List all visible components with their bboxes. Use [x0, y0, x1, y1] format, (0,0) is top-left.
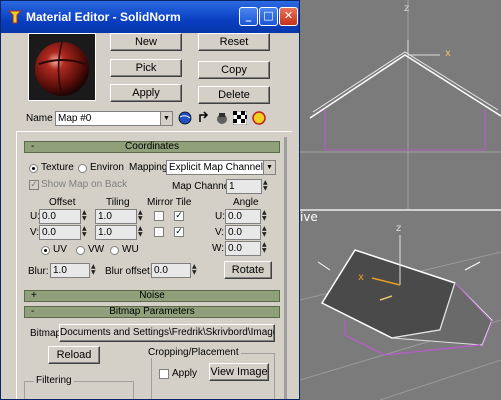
apply-button[interactable]: Apply [110, 84, 182, 102]
angle-v-label: V: [215, 227, 225, 238]
map-channel-label: Map Channel: [172, 181, 235, 192]
editor-client-area: New Reset Pick Copy Apply Delete Name Ma… [4, 33, 296, 399]
angle-u-label: U: [215, 211, 225, 222]
angle-u-field[interactable]: 0.0 [225, 209, 261, 224]
mapping-value: Explicit Map Channel [169, 162, 263, 173]
blur-field[interactable]: 1.0 [50, 263, 90, 278]
globe-icon[interactable] [178, 111, 192, 125]
vw-label: VW [88, 244, 105, 255]
map-channel-spinner[interactable]: ▲ ▼ [263, 180, 270, 193]
bitmap-parameters-rollout-header[interactable]: - Bitmap Parameters [24, 306, 280, 318]
blur-offset-label: Blur offset: [105, 266, 153, 277]
material-sphere-icon [35, 41, 89, 97]
blur-offset-spinner[interactable]: ▲ ▼ [192, 264, 199, 277]
angle-w-spinner[interactable]: ▲ ▼ [262, 242, 269, 255]
minimize-button[interactable]: _ [239, 7, 258, 26]
axis-z-label-lower: z [396, 223, 402, 234]
offset-v-spinner[interactable]: ▲ ▼ [82, 226, 89, 239]
wu-label: WU [122, 244, 139, 255]
uv-radio[interactable] [41, 246, 50, 255]
view-image-button[interactable]: View Image [209, 363, 269, 381]
mirror-u-checkbox[interactable] [154, 211, 164, 221]
chevron-down-icon: ▼ [263, 161, 275, 174]
tiling-u-spinner[interactable]: ▲ ▼ [138, 210, 145, 223]
noise-rollout-header[interactable]: + Noise [24, 290, 280, 302]
texture-radio[interactable] [29, 164, 38, 173]
cropping-placement-label: Cropping/Placement [146, 347, 241, 358]
filtering-label: Filtering [34, 375, 74, 386]
new-button[interactable]: New [110, 33, 182, 51]
copy-button[interactable]: Copy [198, 61, 270, 79]
reload-button[interactable]: Reload [48, 346, 100, 364]
app-icon [7, 10, 23, 24]
show-map-on-back-checkbox[interactable]: ✓ [29, 180, 39, 190]
environ-radio[interactable] [78, 164, 87, 173]
material-map-navigator-icon[interactable] [252, 111, 266, 125]
coordinates-rollout-header[interactable]: - Coordinates [24, 141, 280, 153]
tiling-v-spinner[interactable]: ▲ ▼ [138, 226, 145, 239]
material-editor-window[interactable]: Material Editor - SolidNorm _ □ ✕ New Re… [0, 0, 300, 400]
name-dropdown[interactable]: Map #0 ▼ [55, 111, 173, 126]
map-channel-field[interactable]: 1 [226, 179, 262, 194]
material-sample-slot[interactable] [28, 33, 96, 101]
tiling-u-field[interactable]: 1.0 [95, 209, 137, 224]
name-label: Name [26, 113, 53, 124]
offset-label: Offset [49, 197, 76, 208]
angle-u-spinner[interactable]: ▲ ▼ [262, 210, 269, 223]
angle-label: Angle [233, 197, 259, 208]
offset-u-field[interactable]: 0.0 [39, 209, 81, 224]
mirror-tile-label: Mirror Tile [147, 197, 192, 208]
blur-label: Blur: [28, 266, 49, 277]
tiling-v-field[interactable]: 1.0 [95, 225, 137, 240]
texture-label: Texture [41, 162, 74, 173]
window-title: Material Editor - SolidNorm [26, 10, 181, 24]
crop-apply-checkbox[interactable] [159, 369, 169, 379]
vw-radio[interactable] [76, 246, 85, 255]
offset-v-field[interactable]: 0.0 [39, 225, 81, 240]
angle-w-label: W: [212, 243, 225, 254]
chevron-down-icon: ▼ [160, 112, 172, 125]
angle-v-field[interactable]: 0.0 [225, 225, 261, 240]
coordinates-title: Coordinates [125, 141, 179, 152]
delete-button[interactable]: Delete [198, 86, 270, 104]
blur-spinner[interactable]: ▲ ▼ [91, 264, 98, 277]
uv-label: UV [53, 244, 67, 255]
maximize-button[interactable]: □ [259, 7, 278, 26]
environ-label: Environ [90, 162, 124, 173]
checker-icon[interactable] [233, 111, 247, 125]
tile-v-checkbox[interactable]: ✓ [174, 227, 184, 237]
wu-radio[interactable] [110, 246, 119, 255]
bitmap-path-button[interactable]: Documents and Settings\Fredrik\Skrivbord… [59, 324, 275, 342]
show-in-viewport-icon[interactable] [215, 111, 229, 125]
name-value: Map #0 [58, 113, 92, 124]
offset-u-spinner[interactable]: ▲ ▼ [82, 210, 89, 223]
axis-x-label-lower: x [358, 272, 364, 283]
title-bar[interactable]: Material Editor - SolidNorm _ □ ✕ [1, 1, 299, 33]
reset-button[interactable]: Reset [198, 33, 270, 51]
noise-title: Noise [139, 290, 165, 301]
mapping-label: Mapping: [129, 162, 171, 173]
pick-button[interactable]: Pick [110, 59, 182, 77]
bitmap-parameters-title: Bitmap Parameters [109, 306, 195, 317]
close-button[interactable]: ✕ [279, 7, 298, 26]
mapping-dropdown[interactable]: Explicit Map Channel ▼ [166, 160, 276, 175]
v-label: V: [30, 227, 40, 238]
angle-v-spinner[interactable]: ▲ ▼ [262, 226, 269, 239]
show-map-on-back-label: Show Map on Back [41, 179, 128, 190]
tiling-label: Tiling [106, 197, 130, 208]
panel-scrollbar[interactable] [284, 137, 287, 399]
angle-w-field[interactable]: 0.0 [225, 241, 261, 256]
rotate-button[interactable]: Rotate [224, 261, 272, 279]
mirror-v-checkbox[interactable] [154, 227, 164, 237]
crop-apply-label: Apply [172, 368, 198, 379]
tile-u-checkbox[interactable]: ✓ [174, 211, 184, 221]
go-to-parent-icon[interactable] [197, 111, 211, 125]
blur-offset-field[interactable]: 0.0 [151, 263, 191, 278]
